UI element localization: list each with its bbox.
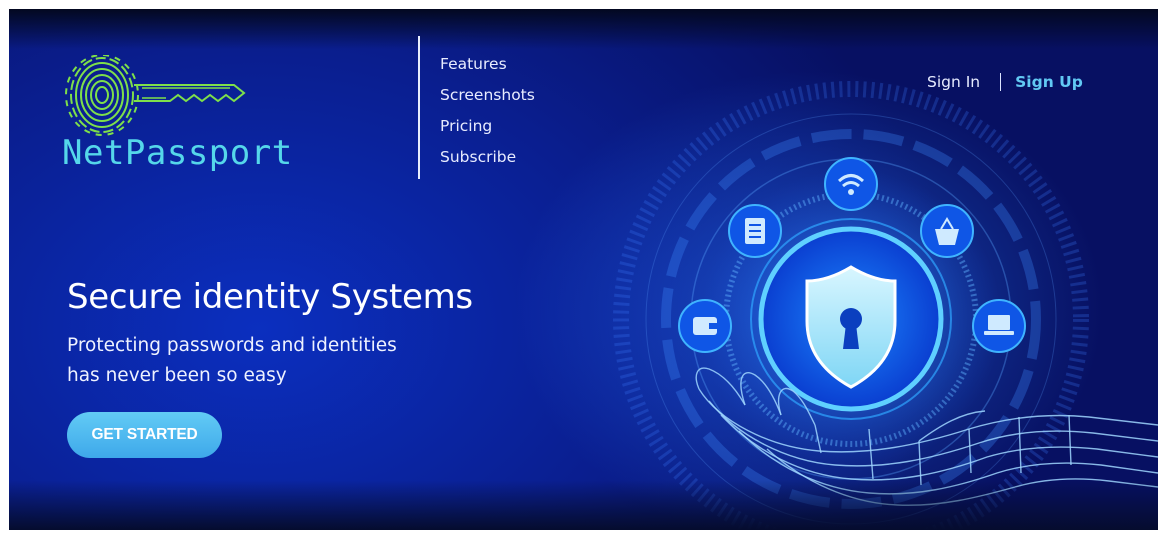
shopping-basket-icon bbox=[920, 204, 974, 258]
main-nav: Features Screenshots Pricing Subscribe bbox=[440, 49, 535, 173]
hero-subline-1: Protecting passwords and identities bbox=[67, 335, 397, 356]
nav-item-pricing[interactable]: Pricing bbox=[440, 111, 535, 142]
hero-subheadline: Protecting passwords and identities has … bbox=[67, 331, 487, 391]
brand-name: NetPassport bbox=[62, 133, 293, 173]
nav-item-subscribe[interactable]: Subscribe bbox=[440, 142, 535, 173]
hero-subline-2: has never been so easy bbox=[67, 365, 287, 386]
nav-item-screenshots[interactable]: Screenshots bbox=[440, 80, 535, 111]
notebook-icon bbox=[728, 204, 782, 258]
hero-headline: Secure identity Systems bbox=[67, 277, 473, 317]
wifi-icon bbox=[824, 157, 878, 211]
nav-item-features[interactable]: Features bbox=[440, 49, 535, 80]
hero-banner: NetPassport Features Screenshots Pricing… bbox=[9, 9, 1158, 530]
brand-logo[interactable]: NetPassport bbox=[62, 55, 332, 185]
get-started-button[interactable]: GET STARTED bbox=[67, 412, 222, 458]
laptop-icon bbox=[972, 299, 1026, 353]
wallet-icon bbox=[678, 299, 732, 353]
header-divider bbox=[418, 36, 420, 179]
security-illustration bbox=[613, 81, 1158, 530]
fingerprint-key-icon bbox=[65, 55, 246, 136]
